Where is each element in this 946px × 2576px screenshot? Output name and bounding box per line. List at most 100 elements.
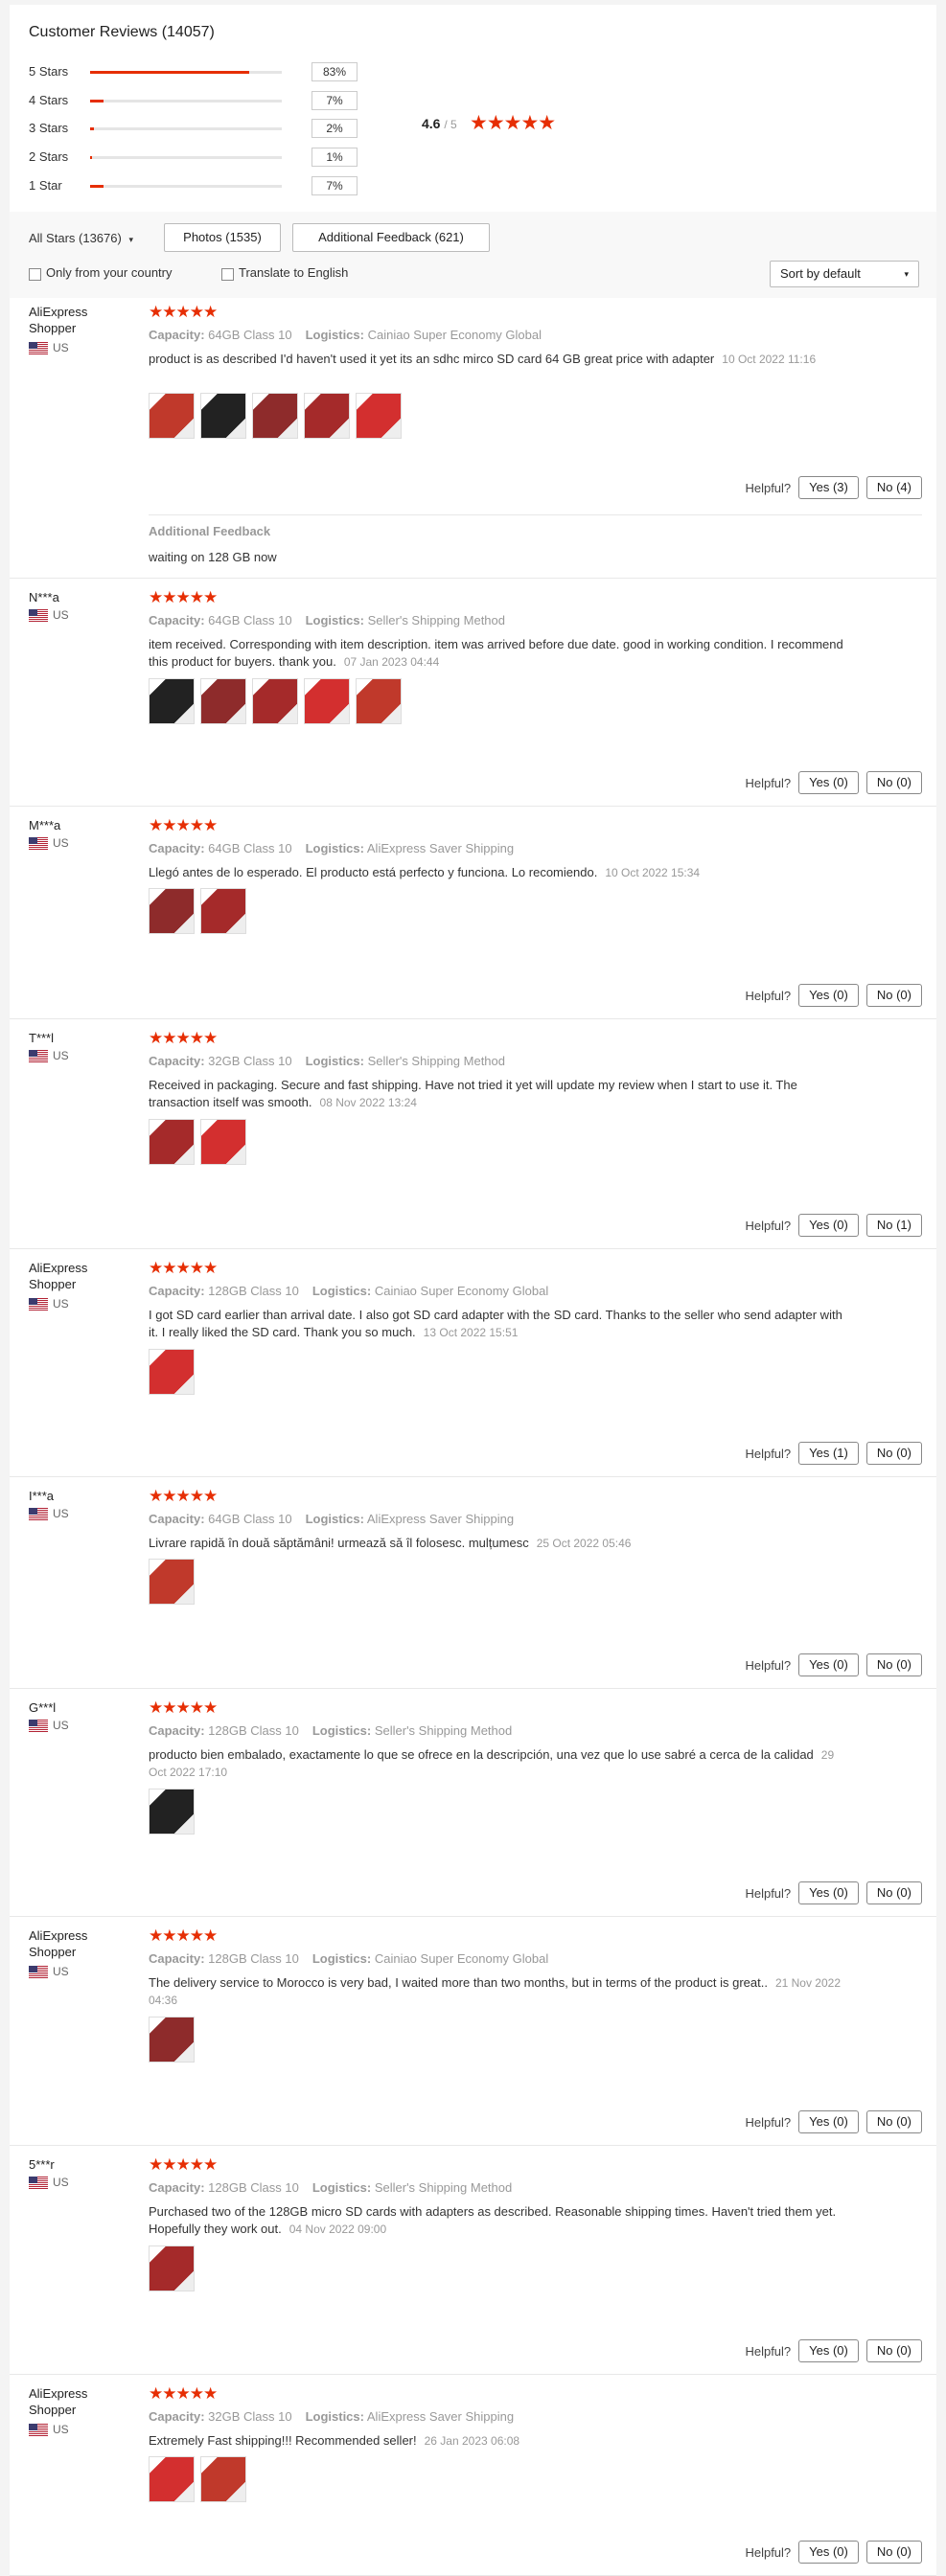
review-body: producto bien embalado, exactamente lo q… [149,1747,814,1762]
us-flag-icon [29,1508,48,1520]
review-stars: ★★★★★ [149,303,218,321]
logistics-label: Logistics: [311,1723,372,1738]
review-photo-thumbnail[interactable] [356,393,402,439]
review-item: G***l US ★★★★★ Capacity: 128GB Class 10 Logi… [10,1688,936,1917]
review-photo-thumbnail[interactable] [149,1559,195,1605]
helpful-yes-button[interactable]: Yes (0) [798,1214,859,1237]
rating-row-label: 2 Stars [29,149,69,164]
logistics-value: Seller's Shipping Method [371,1723,513,1738]
helpful-label: Helpful? [745,775,792,790]
review-photo-thumbnail[interactable] [149,888,195,934]
helpful-no-button[interactable]: No (0) [865,771,922,794]
rating-bar-fill [90,185,104,188]
helpful-no-button[interactable]: No (4) [865,476,922,499]
review-text: I got SD card earlier than arrival date.… [149,1307,848,1341]
review-body: The delivery service to Morocco is very … [149,1975,768,1990]
review-date: 26 Jan 2023 06:08 [424,2434,520,2448]
rating-row: 5 Stars 83% [29,62,358,81]
review-meta: Capacity: 32GB Class 10 Logistics: Seller… [149,1054,505,1068]
review-photo-thumbnail[interactable] [149,1789,195,1835]
filter-bar: All Stars (13676) ▾ Photos (1535) Additi… [10,212,936,298]
review-photo-thumbnail[interactable] [200,1119,246,1165]
helpful-yes-button[interactable]: Yes (0) [798,1881,859,1904]
helpful-no-button[interactable]: No (0) [865,1881,922,1904]
logistics-value: Cainiao Super Economy Global [371,1284,549,1298]
helpful-no-button[interactable]: No (0) [865,984,922,1007]
helpful-votes: Helpful? Yes (0) No (0) [745,1653,922,1676]
only-country-checkbox[interactable] [29,268,41,281]
review-photo-thumbnail[interactable] [304,678,350,724]
capacity-value: 32GB Class 10 [204,1054,292,1068]
review-photos [149,1349,200,1395]
review-photo-thumbnail[interactable] [149,1119,195,1165]
review-photo-thumbnail[interactable] [304,393,350,439]
helpful-no-button[interactable]: No (0) [865,1653,922,1676]
review-photos [149,678,407,724]
helpful-yes-button[interactable]: Yes (0) [798,2339,859,2362]
review-photo-thumbnail[interactable] [149,2456,195,2502]
helpful-yes-button[interactable]: Yes (1) [798,1442,859,1465]
helpful-yes-button[interactable]: Yes (0) [798,771,859,794]
review-photo-thumbnail[interactable] [149,2245,195,2291]
translate-checkbox[interactable] [221,268,234,281]
capacity-label: Capacity: [149,1951,205,1966]
review-photo-thumbnail[interactable] [252,393,298,439]
helpful-no-button[interactable]: No (0) [865,1442,922,1465]
review-photos [149,888,252,934]
helpful-yes-button[interactable]: Yes (3) [798,476,859,499]
review-photo-thumbnail[interactable] [149,393,195,439]
review-photo-thumbnail[interactable] [149,2017,195,2063]
helpful-yes-button[interactable]: Yes (0) [798,2541,859,2564]
review-text: Livrare rapidă în două săptămâni! urmeaz… [149,1535,848,1552]
review-date: 10 Oct 2022 11:16 [722,353,817,366]
review-photos [149,2245,200,2291]
review-text: Extremely Fast shipping!!! Recommended s… [149,2432,848,2450]
rating-row-label: 4 Stars [29,93,69,107]
rating-row: 4 Stars 7% [29,91,358,110]
helpful-no-button[interactable]: No (0) [865,2541,922,2564]
photos-filter-button[interactable]: Photos (1535) [164,223,281,252]
helpful-no-button[interactable]: No (0) [865,2110,922,2133]
helpful-yes-button[interactable]: Yes (0) [798,2110,859,2133]
review-date: 04 Nov 2022 09:00 [288,2223,387,2236]
review-photo-thumbnail[interactable] [149,678,195,724]
helpful-votes: Helpful? Yes (1) No (0) [745,1442,922,1465]
helpful-votes: Helpful? Yes (0) No (0) [745,2110,922,2133]
chevron-down-icon: ▾ [128,235,133,244]
review-stars: ★★★★★ [149,588,218,606]
capacity-value: 32GB Class 10 [204,2409,292,2424]
reviewer-name: AliExpress Shopper [29,1928,88,1959]
helpful-votes: Helpful? Yes (0) No (0) [745,984,922,1007]
helpful-label: Helpful? [745,2114,792,2130]
sort-dropdown[interactable]: Sort by default ▾ [770,261,919,287]
review-stars: ★★★★★ [149,816,218,834]
reviewer-name: I***a [29,1489,55,1503]
rating-bar [90,127,282,130]
helpful-label: Helpful? [745,2343,792,2359]
reviewer-name: AliExpress Shopper [29,2386,88,2417]
review-photo-thumbnail[interactable] [200,888,246,934]
additional-feedback-filter-button[interactable]: Additional Feedback (621) [292,223,490,252]
review-photo-thumbnail[interactable] [200,2456,246,2502]
reviewer-country: US [53,2176,69,2189]
logistics-value: Cainiao Super Economy Global [363,328,542,342]
review-photo-thumbnail[interactable] [356,678,402,724]
rating-row: 2 Stars 1% [29,148,358,167]
all-stars-dropdown[interactable]: All Stars (13676) ▾ [29,231,133,245]
review-photo-thumbnail[interactable] [149,1349,195,1395]
review-stars: ★★★★★ [149,1698,218,1717]
review-text: item received. Corresponding with item d… [149,636,848,671]
us-flag-icon [29,2424,48,2436]
helpful-no-button[interactable]: No (0) [865,2339,922,2362]
helpful-yes-button[interactable]: Yes (0) [798,984,859,1007]
helpful-yes-button[interactable]: Yes (0) [798,1653,859,1676]
review-stars: ★★★★★ [149,1487,218,1505]
capacity-label: Capacity: [149,613,205,627]
review-photo-thumbnail[interactable] [252,678,298,724]
review-item: N***a US ★★★★★ Capacity: 64GB Class 10 Logis… [10,578,936,807]
rating-bar [90,71,282,74]
review-photo-thumbnail[interactable] [200,393,246,439]
review-item: M***a US ★★★★★ Capacity: 64GB Class 10 Logis… [10,806,936,1019]
review-photo-thumbnail[interactable] [200,678,246,724]
helpful-no-button[interactable]: No (1) [865,1214,922,1237]
